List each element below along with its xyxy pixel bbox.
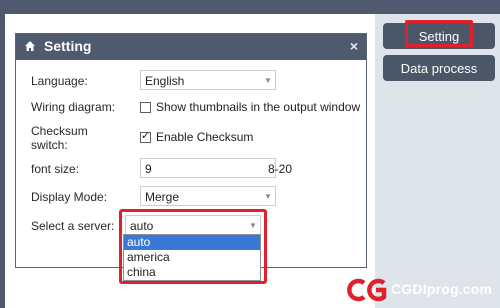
display-mode-select[interactable]: Merge ▼ xyxy=(140,186,276,206)
server-option-china[interactable]: china xyxy=(124,265,260,280)
server-label: Select a server: xyxy=(31,219,115,233)
checksum-label-line1: Checksum xyxy=(31,124,88,138)
home-icon xyxy=(25,41,35,51)
setting-highlight-box xyxy=(405,20,473,47)
wiring-thumbnail-label: Show thumbnails in the output window xyxy=(156,100,361,114)
checksum-option[interactable]: ✓ Enable Checksum xyxy=(140,130,253,144)
server-dropdown-list[interactable]: auto america china xyxy=(123,234,261,281)
language-label: Language: xyxy=(31,74,88,88)
font-size-value: 9 xyxy=(145,162,152,176)
dialog-title: Setting xyxy=(44,38,92,54)
server-option-auto[interactable]: auto xyxy=(124,235,260,250)
font-size-range: 8-20 xyxy=(268,162,293,176)
check-icon: ✓ xyxy=(141,129,151,142)
wiring-diagram-label: Wiring diagram: xyxy=(31,100,116,114)
dialog-title-bar: Setting × xyxy=(16,34,366,60)
server-option-america[interactable]: america xyxy=(124,250,260,265)
window-top-bar xyxy=(0,0,500,14)
wiring-thumbnail-checkbox[interactable] xyxy=(140,101,151,113)
checksum-checkbox[interactable]: ✓ xyxy=(140,129,151,143)
chevron-down-icon: ▼ xyxy=(264,75,272,85)
font-size-input[interactable]: 9 xyxy=(140,158,276,178)
logo-text: CGDIprog.com xyxy=(391,281,493,297)
wiring-thumbnail-option[interactable]: Show thumbnails in the output window xyxy=(140,100,360,114)
data-process-button[interactable]: Data process xyxy=(383,55,495,81)
cg-logo-mark xyxy=(347,278,387,302)
data-process-button-label: Data process xyxy=(400,60,478,76)
font-size-label: font size: xyxy=(31,162,80,176)
checksum-checkbox-label: Enable Checksum xyxy=(156,130,254,144)
chevron-down-icon: ▼ xyxy=(264,191,272,201)
cgdiprog-logo: CGDIprog.com xyxy=(345,277,500,303)
language-value: English xyxy=(145,74,185,88)
display-mode-label: Display Mode: xyxy=(31,190,108,204)
language-select[interactable]: English ▼ xyxy=(140,70,276,90)
close-icon[interactable]: × xyxy=(350,38,358,54)
checksum-label-line2: switch: xyxy=(31,138,68,152)
display-mode-value: Merge xyxy=(145,190,180,204)
